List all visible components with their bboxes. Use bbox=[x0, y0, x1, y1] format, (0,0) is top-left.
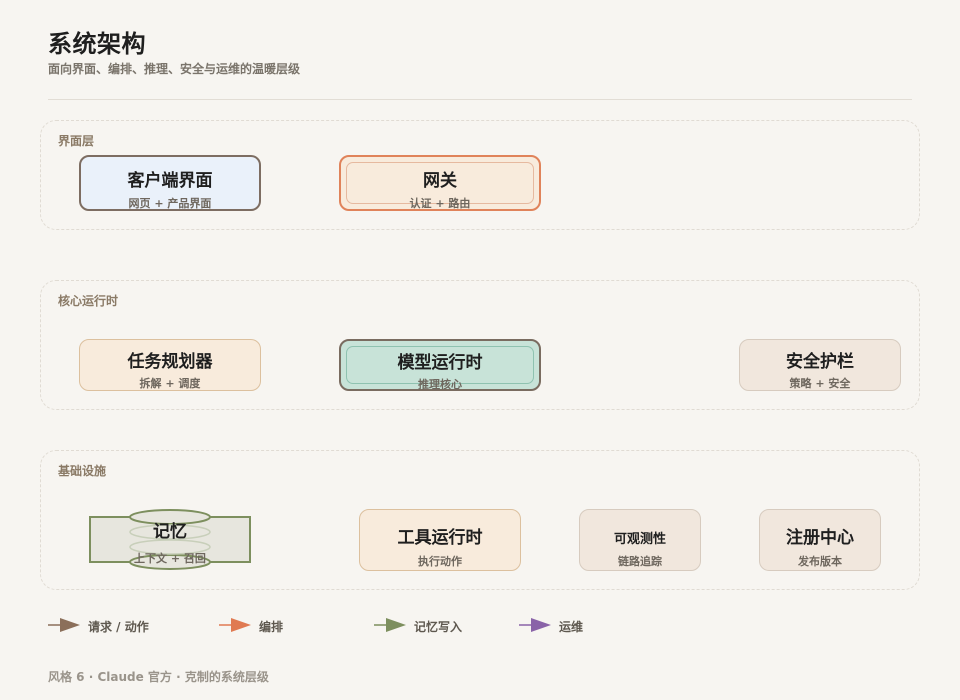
node-registry-sub: 发布版本 bbox=[798, 555, 842, 568]
node-guardrail[interactable]: 安全护栏 策略 + 安全 bbox=[739, 339, 901, 391]
node-model-runtime-name: 模型运行时 bbox=[397, 353, 483, 373]
legend-memory-write: 记忆写入 bbox=[374, 616, 494, 634]
architecture-diagram: 系统架构 面向界面、编排、推理、安全与运维的温暖层级 界面层 客户端界面 网页 … bbox=[0, 0, 960, 700]
arrow-right-icon bbox=[219, 618, 251, 632]
node-memory[interactable]: 记忆 上下文 + 召回 bbox=[88, 509, 252, 571]
legend-label-memory-write: 记忆写入 bbox=[414, 620, 463, 634]
arrow-right-icon bbox=[519, 618, 551, 632]
node-task-planner-sub: 拆解 + 调度 bbox=[139, 377, 201, 390]
node-memory-name: 记忆 bbox=[153, 522, 187, 542]
node-tool-runtime-name: 工具运行时 bbox=[397, 528, 483, 548]
node-guardrail-sub: 策略 + 安全 bbox=[789, 377, 851, 390]
legend-label-request-action: 请求 / 动作 bbox=[88, 620, 149, 634]
page-title: 系统架构 bbox=[48, 30, 146, 58]
layer-label-core: 核心运行时 bbox=[58, 294, 119, 308]
node-gateway-sub: 认证 + 路由 bbox=[409, 197, 471, 210]
node-gateway-name: 网关 bbox=[423, 171, 457, 191]
arrow-right-icon bbox=[374, 618, 406, 632]
arrow-right-icon bbox=[48, 618, 80, 632]
legend-label-ops: 运维 bbox=[559, 620, 584, 634]
legend-orchestration: 编排 bbox=[219, 616, 329, 634]
page-subtitle: 面向界面、编排、推理、安全与运维的温暖层级 bbox=[48, 62, 301, 76]
node-client-ui-name: 客户端界面 bbox=[127, 171, 213, 191]
node-observability[interactable]: 可观测性 链路追踪 bbox=[579, 509, 701, 571]
layer-label-interface: 界面层 bbox=[58, 134, 95, 148]
node-observability-sub: 链路追踪 bbox=[618, 555, 662, 568]
node-task-planner[interactable]: 任务规划器 拆解 + 调度 bbox=[79, 339, 261, 391]
node-tool-runtime[interactable]: 工具运行时 执行动作 bbox=[359, 509, 521, 571]
legend-label-orchestration: 编排 bbox=[259, 620, 284, 634]
node-gateway[interactable]: 网关 认证 + 路由 bbox=[339, 155, 541, 211]
node-registry[interactable]: 注册中心 发布版本 bbox=[759, 509, 881, 571]
header-divider bbox=[48, 99, 912, 100]
footer-caption: 风格 6 · Claude 官方 · 克制的系统层级 bbox=[48, 670, 269, 684]
node-tool-runtime-sub: 执行动作 bbox=[418, 555, 462, 568]
node-memory-sub: 上下文 + 召回 bbox=[134, 552, 206, 565]
layer-label-infra: 基础设施 bbox=[58, 464, 107, 478]
node-model-runtime-sub: 推理核心 bbox=[418, 378, 462, 391]
legend-ops: 运维 bbox=[519, 616, 619, 634]
node-client-ui[interactable]: 客户端界面 网页 + 产品界面 bbox=[79, 155, 261, 211]
node-task-planner-name: 任务规划器 bbox=[127, 352, 213, 372]
legend-request-action: 请求 / 动作 bbox=[48, 616, 188, 634]
node-model-runtime[interactable]: 模型运行时 推理核心 bbox=[339, 339, 541, 391]
node-registry-name: 注册中心 bbox=[786, 528, 854, 548]
node-guardrail-name: 安全护栏 bbox=[786, 352, 854, 372]
node-client-ui-sub: 网页 + 产品界面 bbox=[128, 197, 212, 210]
node-observability-name: 可观测性 bbox=[613, 532, 666, 547]
